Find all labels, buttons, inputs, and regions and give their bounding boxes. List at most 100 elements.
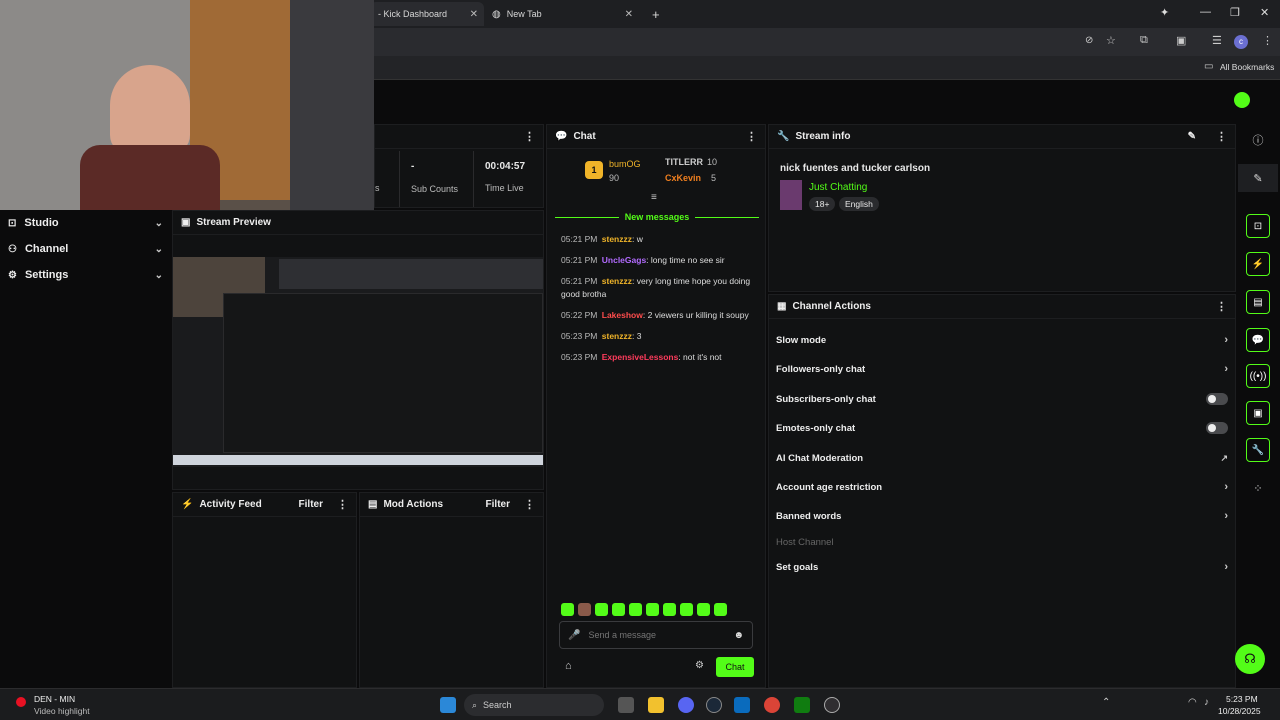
close-tab-icon[interactable]: ✕	[470, 9, 478, 20]
discord-icon[interactable]	[678, 697, 694, 713]
steam-icon[interactable]	[706, 697, 722, 713]
activity-filter-button[interactable]: Filter	[299, 499, 323, 510]
chat-widget-icon[interactable]: 💬	[1238, 326, 1278, 354]
mod-filter-button[interactable]: Filter	[486, 499, 510, 510]
file-explorer-icon[interactable]	[648, 697, 664, 713]
stream-preview-panel: ▣ Stream Preview	[172, 210, 544, 490]
eye-off-icon[interactable]: ⊘	[1085, 35, 1093, 46]
broadcast-widget-icon[interactable]: ((•))	[1238, 362, 1278, 390]
chat-message: 05:23 PM stenzzz: 3	[561, 331, 642, 341]
media-icon[interactable]: ▣	[1176, 34, 1186, 47]
chat-message: 05:21 PM UncleGags: long time no see sir	[561, 255, 725, 265]
chevron-down-icon: ⌄	[154, 269, 163, 281]
sub-counts-label: Sub Counts	[411, 184, 459, 194]
chat-message: 05:23 PM ExpensiveLessons: not it's not	[561, 352, 722, 362]
chat-messages: 05:21 PM stenzzz: w 05:21 PM UncleGags: …	[547, 233, 765, 364]
send-chat-button[interactable]: Chat	[716, 657, 754, 677]
channel-actions-menu-icon[interactable]: ⋮	[1216, 300, 1227, 313]
close-window-icon[interactable]: ✕	[1260, 6, 1269, 19]
subscribers-only-toggle[interactable]	[1206, 393, 1228, 405]
browser-menu-icon[interactable]: ⋮	[1262, 34, 1273, 47]
leaderboard: 1 bumOG 90 TITLERR 10 CxKevin 5	[585, 157, 765, 187]
chat-settings-icon[interactable]: ⚙	[695, 660, 704, 671]
tray-chevron-icon[interactable]: ⌃	[1102, 697, 1110, 708]
activity-menu-icon[interactable]: ⋮	[337, 498, 348, 511]
nav-settings[interactable]: ⚙ Settings ⌄	[8, 264, 163, 286]
xbox-icon[interactable]	[794, 697, 810, 713]
lightning-widget-icon[interactable]: ⚡	[1238, 250, 1278, 278]
left-sidebar: ⊡ Studio ⌄ ⚇ Channel ⌄ ⚙ Settings ⌄	[0, 210, 170, 688]
maximize-icon[interactable]: ❐	[1230, 6, 1240, 19]
apps-icon[interactable]: ⁘	[1238, 474, 1278, 502]
kick-logo-icon[interactable]	[1234, 92, 1250, 108]
microphone-icon[interactable]: 🎤	[568, 630, 580, 641]
notification-badge[interactable]	[16, 697, 26, 707]
clock-date[interactable]: 10/28/2025	[1218, 706, 1261, 716]
channel-actions-icon: ▦	[777, 301, 787, 312]
store-icon[interactable]: ⌂	[565, 660, 572, 672]
time-live-label: Time Live	[485, 183, 524, 193]
studio-icon: ⊡	[8, 217, 17, 229]
chat-message-input[interactable]	[588, 630, 726, 640]
category-name[interactable]: Just Chatting	[809, 182, 867, 193]
taskview-icon[interactable]	[618, 697, 634, 713]
stats-menu-icon[interactable]: ⋮	[524, 130, 535, 143]
slow-mode-row[interactable]: Slow mode ›	[776, 330, 1228, 350]
emotes-only-toggle[interactable]	[1206, 422, 1228, 434]
category-thumbnail	[780, 180, 802, 210]
chevron-right-icon: ›	[1224, 481, 1228, 493]
clock-time[interactable]: 5:23 PM	[1226, 694, 1258, 704]
banned-words-row[interactable]: Banned words ›	[776, 506, 1228, 526]
ai-chat-moderation-row[interactable]: AI Chat Moderation ↗	[776, 448, 1228, 468]
address-bar[interactable]	[374, 32, 1074, 52]
mod-widget-icon[interactable]: ▤	[1238, 288, 1278, 316]
emote-bar[interactable]	[561, 603, 761, 617]
mod-menu-icon[interactable]: ⋮	[524, 498, 535, 511]
folder-icon: ▭	[1204, 61, 1214, 72]
profile-avatar[interactable]: c	[1234, 35, 1248, 49]
nav-studio[interactable]: ⊡ Studio ⌄	[8, 212, 163, 234]
new-tab-button[interactable]: +	[644, 2, 668, 26]
info-icon[interactable]: ⓘ	[1238, 126, 1278, 154]
emoji-icon[interactable]: ☻	[733, 630, 744, 641]
wifi-icon[interactable]: ◠	[1188, 697, 1197, 708]
wrench-icon: 🔧	[777, 131, 790, 142]
gemini-icon[interactable]: ✦	[1160, 6, 1169, 19]
close-tab-icon[interactable]: ✕	[625, 9, 633, 20]
new-messages-divider[interactable]: New messages	[555, 211, 760, 223]
app-icon[interactable]	[734, 697, 750, 713]
tab-kick-dashboard[interactable]: - Kick Dashboard ✕	[370, 2, 484, 26]
collapse-icon[interactable]: ≡	[651, 192, 657, 203]
set-goals-row[interactable]: Set goals ›	[776, 557, 1228, 577]
minimize-icon[interactable]: —	[1200, 6, 1211, 18]
menu-lines-icon[interactable]: ☰	[1212, 34, 1222, 47]
nav-channel[interactable]: ⚇ Channel ⌄	[8, 238, 163, 260]
chat-input[interactable]: 🎤 ☻	[559, 621, 753, 649]
tag-badge: English	[839, 197, 879, 211]
preview-video[interactable]	[173, 257, 543, 467]
extensions-icon[interactable]: ⧉	[1140, 34, 1148, 47]
taskbar-search[interactable]: ⌕ Search	[464, 694, 604, 716]
subscribers-only-row[interactable]: Subscribers-only chat	[776, 389, 1228, 409]
chat-icon: 💬	[555, 131, 568, 142]
obs-icon[interactable]	[824, 697, 840, 713]
all-bookmarks[interactable]: All Bookmarks	[1220, 62, 1274, 72]
tab-new-tab[interactable]: ◍ New Tab ✕	[484, 2, 639, 26]
chat-menu-icon[interactable]: ⋮	[746, 130, 757, 143]
followers-only-row[interactable]: Followers-only chat ›	[776, 359, 1228, 379]
chevron-right-icon: ›	[1224, 510, 1228, 522]
preview-widget-icon[interactable]: ▣	[1238, 399, 1278, 427]
windows-start-icon[interactable]	[440, 697, 456, 713]
wrench-widget-icon[interactable]: 🔧	[1238, 436, 1278, 464]
volume-icon[interactable]: ♪	[1204, 697, 1209, 708]
chrome-icon[interactable]	[764, 697, 780, 713]
star-icon[interactable]: ☆	[1106, 34, 1116, 47]
pencil-icon[interactable]: ✎	[1238, 164, 1278, 192]
emotes-only-row[interactable]: Emotes-only chat	[776, 418, 1228, 438]
support-button[interactable]: ☊	[1235, 644, 1265, 674]
stream-info-menu-icon[interactable]: ⋮	[1216, 130, 1227, 143]
studio-widget-icon[interactable]: ⊡	[1238, 212, 1278, 240]
edit-icon[interactable]: ✎	[1188, 131, 1196, 142]
stream-title: nick fuentes and tucker carlson	[780, 163, 931, 174]
account-age-row[interactable]: Account age restriction ›	[776, 477, 1228, 497]
